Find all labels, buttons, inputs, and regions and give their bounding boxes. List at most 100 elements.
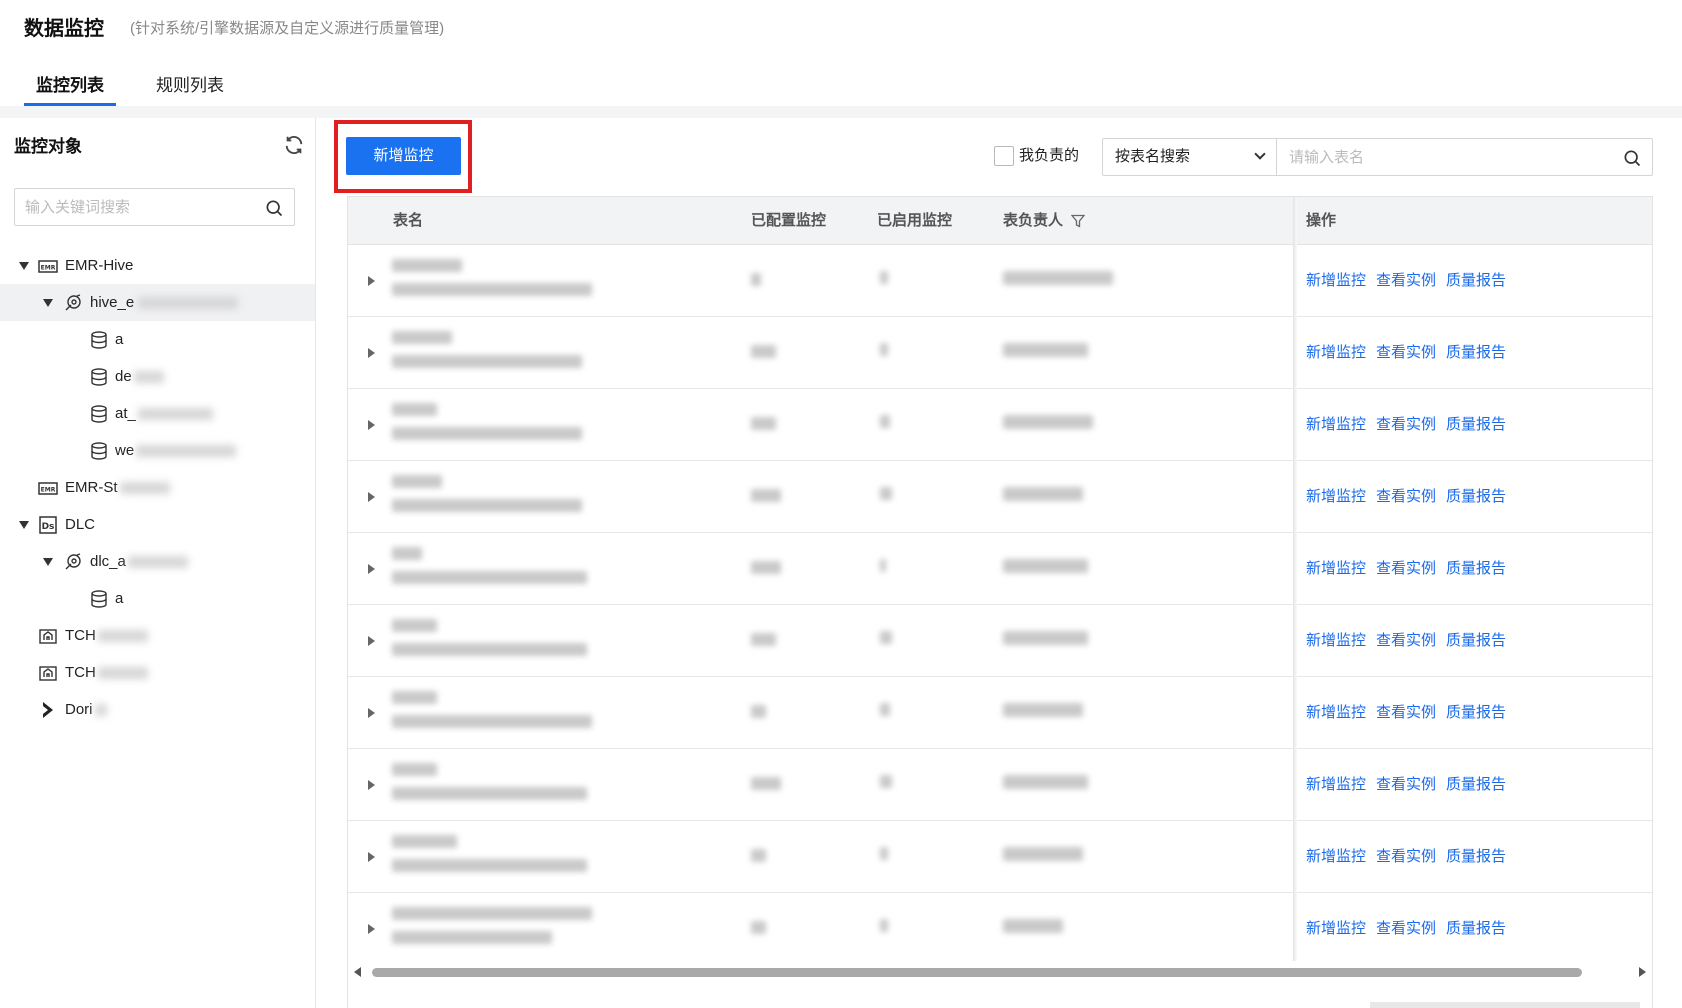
tree-node-label: at_	[115, 395, 213, 432]
keyword-search-input[interactable]	[25, 197, 255, 217]
expand-row-icon[interactable]	[368, 924, 375, 934]
quality-report-link[interactable]: 质量报告	[1446, 776, 1506, 793]
tree-node-dlc[interactable]: Ds DLC	[0, 506, 315, 543]
tree-node-db[interactable]: we	[0, 432, 315, 469]
view-instance-link[interactable]: 查看实例	[1376, 920, 1436, 937]
add-monitor-link[interactable]: 新增监控	[1306, 560, 1366, 577]
redacted-text	[94, 704, 107, 717]
tree-node-db[interactable]: de	[0, 358, 315, 395]
col-header-owner: 表负责人	[1003, 212, 1064, 229]
expand-row-icon[interactable]	[368, 852, 375, 862]
mine-checkbox-label[interactable]: 我负责的	[1019, 146, 1079, 166]
caret-down-icon[interactable]	[19, 521, 29, 529]
monitor-object-panel: 监控对象 EMR EMR-Hive hive_e a de at_ we EMR	[0, 118, 316, 1008]
search-icon[interactable]	[1622, 148, 1642, 168]
tree-node-db[interactable]: a	[0, 321, 315, 358]
col-header-configured: 已配置监控	[751, 212, 827, 229]
table-search-box	[1276, 138, 1653, 176]
expand-row-icon[interactable]	[368, 636, 375, 646]
tree-node-doris[interactable]: Dori	[0, 691, 315, 728]
expand-row-icon[interactable]	[368, 708, 375, 718]
scroll-left-icon[interactable]	[354, 967, 361, 977]
view-instance-link[interactable]: 查看实例	[1376, 632, 1436, 649]
quality-report-link[interactable]: 质量报告	[1446, 632, 1506, 649]
add-monitor-button[interactable]: 新增监控	[346, 137, 461, 175]
redacted-text	[880, 847, 888, 860]
view-instance-link[interactable]: 查看实例	[1376, 272, 1436, 289]
add-monitor-link[interactable]: 新增监控	[1306, 344, 1366, 361]
redacted-text	[1003, 271, 1113, 285]
scrollbar-thumb[interactable]	[372, 968, 1582, 977]
add-monitor-link[interactable]: 新增监控	[1306, 488, 1366, 505]
tree-node-label: DLC	[65, 516, 96, 533]
redacted-text	[1003, 775, 1088, 789]
redacted-text	[97, 630, 148, 643]
page-header: 数据监控 (针对系统/引擎数据源及自定义源进行质量管理)	[0, 0, 1682, 58]
caret-down-icon[interactable]	[43, 299, 53, 307]
add-monitor-link[interactable]: 新增监控	[1306, 848, 1366, 865]
tree-node-emr-hive[interactable]: EMR EMR-Hive	[0, 247, 315, 284]
add-monitor-link[interactable]: 新增监控	[1306, 416, 1366, 433]
quality-report-link[interactable]: 质量报告	[1446, 488, 1506, 505]
table-name-search-input[interactable]	[1289, 147, 1609, 167]
caret-down-icon[interactable]	[43, 558, 53, 566]
expand-row-icon[interactable]	[368, 348, 375, 358]
redacted-text	[392, 499, 582, 512]
tree-node-hive-cluster[interactable]: hive_e	[0, 284, 315, 321]
redacted-text	[880, 415, 890, 428]
view-instance-link[interactable]: 查看实例	[1376, 560, 1436, 577]
filter-icon[interactable]	[1071, 214, 1085, 228]
quality-report-link[interactable]: 质量报告	[1446, 272, 1506, 289]
redacted-text	[751, 417, 776, 430]
expand-row-icon[interactable]	[368, 420, 375, 430]
quality-report-link[interactable]: 质量报告	[1446, 416, 1506, 433]
tree-node-label: we	[115, 432, 237, 469]
horizontal-scrollbar[interactable]	[348, 961, 1652, 983]
add-monitor-link[interactable]: 新增监控	[1306, 704, 1366, 721]
view-instance-link[interactable]: 查看实例	[1376, 344, 1436, 361]
tree-node-tchouse[interactable]: TCH	[0, 654, 315, 691]
expand-row-icon[interactable]	[368, 780, 375, 790]
scroll-right-icon[interactable]	[1639, 967, 1646, 977]
redacted-text	[138, 297, 239, 310]
tab-rule-list[interactable]: 规则列表	[156, 70, 224, 106]
add-monitor-link[interactable]: 新增监控	[1306, 272, 1366, 289]
keyword-search-box	[14, 188, 295, 226]
add-monitor-link[interactable]: 新增监控	[1306, 776, 1366, 793]
caret-down-icon[interactable]	[19, 262, 29, 270]
add-monitor-link[interactable]: 新增监控	[1306, 920, 1366, 937]
quality-report-link[interactable]: 质量报告	[1446, 920, 1506, 937]
view-instance-link[interactable]: 查看实例	[1376, 704, 1436, 721]
expand-row-icon[interactable]	[368, 276, 375, 286]
tab-monitor-list[interactable]: 监控列表	[24, 70, 116, 106]
add-monitor-link[interactable]: 新增监控	[1306, 632, 1366, 649]
redacted-text	[880, 343, 888, 356]
view-instance-link[interactable]: 查看实例	[1376, 488, 1436, 505]
redacted-text	[751, 561, 781, 574]
quality-report-link[interactable]: 质量报告	[1446, 560, 1506, 577]
col-header-enabled: 已启用监控	[877, 212, 953, 229]
tree-node-emr-st[interactable]: EMR EMR-St	[0, 469, 315, 506]
redacted-text	[751, 345, 776, 358]
doris-icon	[43, 702, 53, 718]
table-row: 新增监控 查看实例 质量报告	[348, 389, 1652, 461]
expand-row-icon[interactable]	[368, 564, 375, 574]
tree-node-tchouse[interactable]: TCH	[0, 617, 315, 654]
tree-node-db[interactable]: a	[0, 580, 315, 617]
search-icon[interactable]	[264, 198, 284, 218]
quality-report-link[interactable]: 质量报告	[1446, 704, 1506, 721]
mine-checkbox[interactable]	[994, 146, 1014, 166]
tree-node-dlc-cluster[interactable]: dlc_a	[0, 543, 315, 580]
redacted-text	[137, 408, 213, 421]
expand-row-icon[interactable]	[368, 492, 375, 502]
quality-report-link[interactable]: 质量报告	[1446, 848, 1506, 865]
tree-node-label: TCH	[65, 654, 148, 691]
refresh-icon[interactable]	[283, 134, 305, 156]
view-instance-link[interactable]: 查看实例	[1376, 416, 1436, 433]
table-row: 新增监控 查看实例 质量报告	[348, 245, 1652, 317]
search-type-select[interactable]: 按表名搜索	[1102, 138, 1277, 176]
view-instance-link[interactable]: 查看实例	[1376, 776, 1436, 793]
tree-node-db[interactable]: at_	[0, 395, 315, 432]
view-instance-link[interactable]: 查看实例	[1376, 848, 1436, 865]
quality-report-link[interactable]: 质量报告	[1446, 344, 1506, 361]
